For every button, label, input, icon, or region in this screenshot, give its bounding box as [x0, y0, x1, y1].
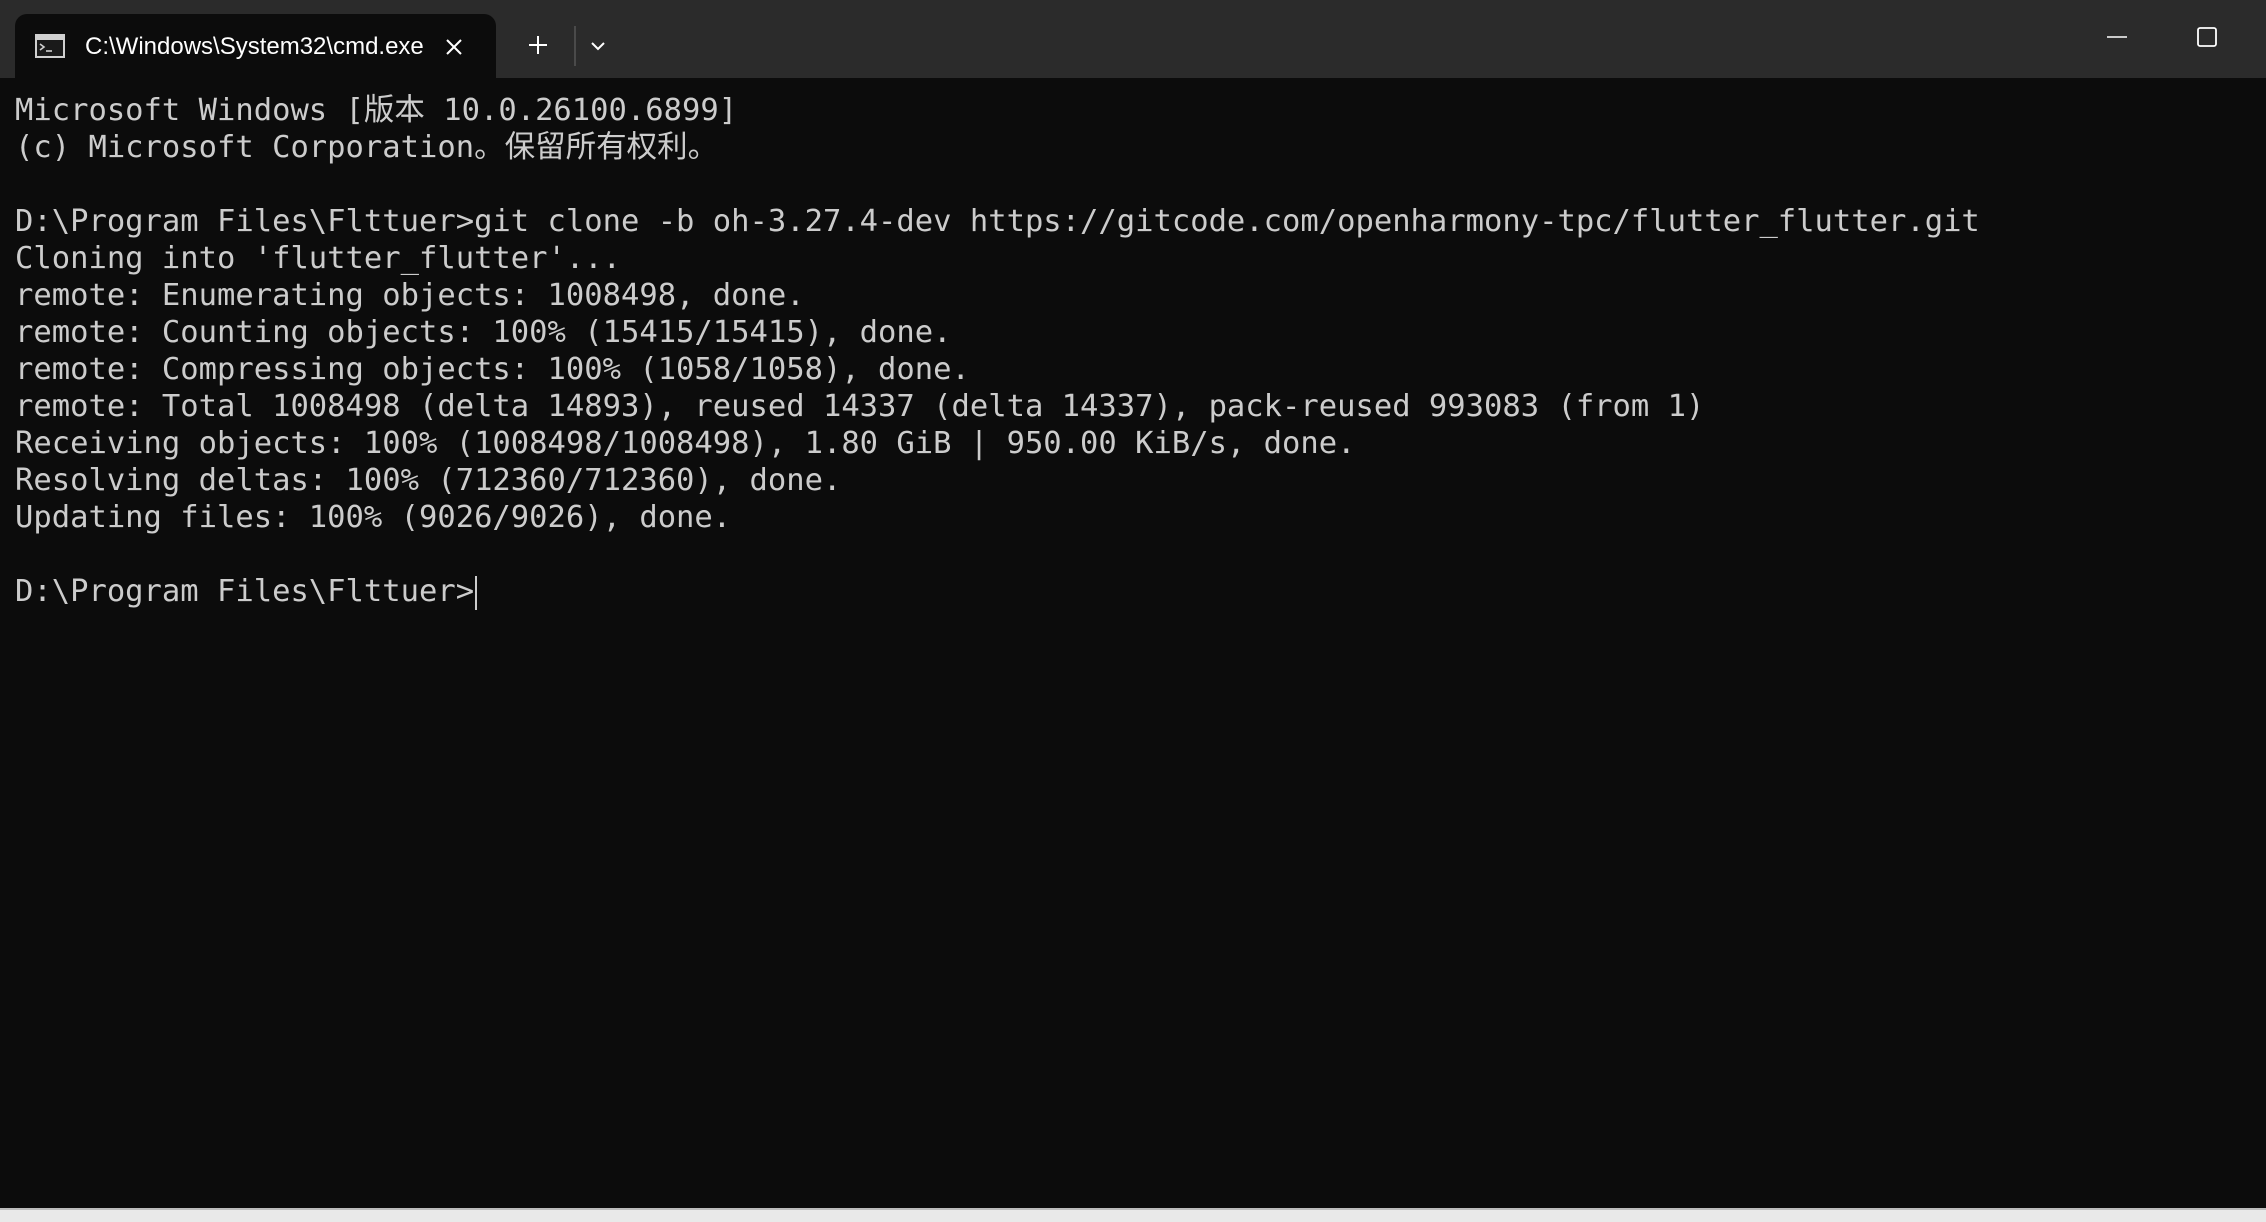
- terminal-line: D:\Program Files\Flttuer>git clone -b oh…: [15, 204, 1980, 239]
- text-cursor: [475, 575, 478, 610]
- terminal-line: (c) Microsoft Corporation。保留所有权利。: [15, 130, 719, 165]
- titlebar-divider: [574, 26, 576, 66]
- terminal-line: remote: Counting objects: 100% (15415/15…: [15, 315, 952, 350]
- chevron-down-icon[interactable]: [580, 26, 616, 66]
- terminal-window: C:\Windows\System32\cmd.exe Microsoft Wi…: [0, 0, 2266, 1222]
- terminal-line: remote: Enumerating objects: 1008498, do…: [15, 278, 805, 313]
- terminal-line: Cloning into 'flutter_flutter'...: [15, 241, 621, 276]
- terminal-line: Updating files: 100% (9026/9026), done.: [15, 500, 732, 535]
- plus-icon[interactable]: [517, 24, 559, 66]
- terminal-line: Microsoft Windows [版本 10.0.26100.6899]: [15, 93, 738, 128]
- command-prompt: D:\Program Files\Flttuer>: [15, 574, 475, 609]
- title-bar: C:\Windows\System32\cmd.exe: [0, 0, 2266, 78]
- terminal-line: Resolving deltas: 100% (712360/712360), …: [15, 463, 842, 498]
- close-icon[interactable]: [439, 32, 469, 62]
- cmd-icon: [35, 34, 65, 58]
- tab-cmd[interactable]: C:\Windows\System32\cmd.exe: [15, 14, 496, 78]
- terminal-text: Microsoft Windows [版本 10.0.26100.6899] (c…: [15, 92, 1980, 610]
- tab-title: C:\Windows\System32\cmd.exe: [85, 33, 424, 60]
- command-prompt-line[interactable]: D:\Program Files\Flttuer>: [15, 573, 1980, 610]
- terminal-line: Receiving objects: 100% (1008498/1008498…: [15, 426, 1356, 461]
- terminal-output-area[interactable]: Microsoft Windows [版本 10.0.26100.6899] (c…: [0, 78, 2266, 1208]
- maximize-icon[interactable]: [2184, 14, 2230, 60]
- terminal-line: remote: Compressing objects: 100% (1058/…: [15, 352, 970, 387]
- terminal-line: remote: Total 1008498 (delta 14893), reu…: [15, 389, 1705, 424]
- minimize-icon[interactable]: [2094, 14, 2140, 60]
- taskbar-edge: [0, 1208, 2266, 1222]
